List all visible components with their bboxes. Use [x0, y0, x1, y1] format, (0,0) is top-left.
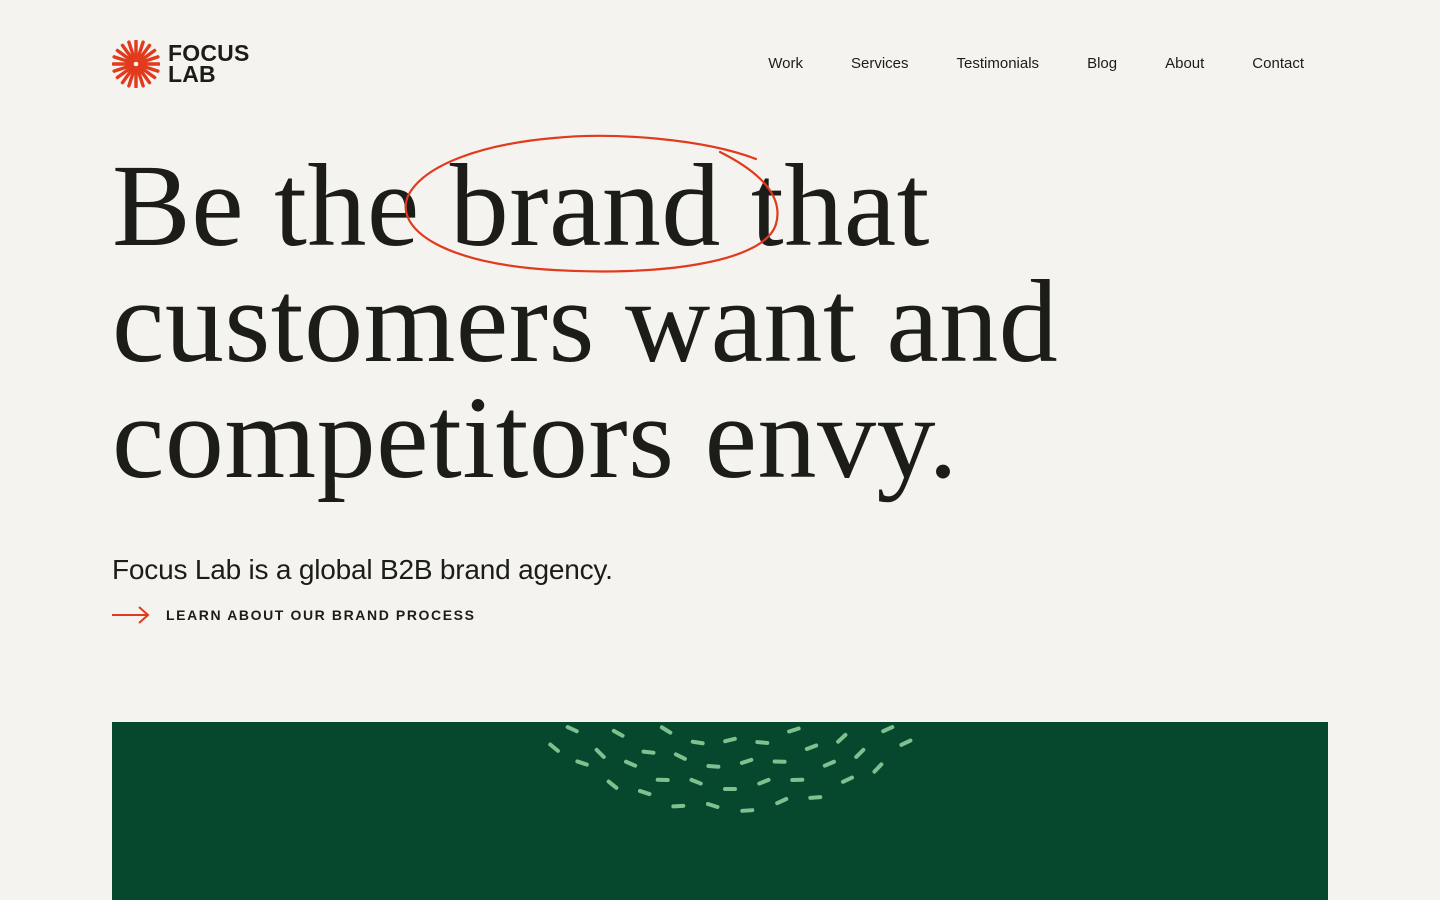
headline-highlight-word: brand — [404, 134, 779, 273]
headline-text-that: that — [720, 140, 930, 271]
dash-pattern-decoration — [548, 725, 913, 813]
brand-process-link[interactable]: LEARN ABOUT OUR BRAND PROCESS — [112, 604, 476, 626]
logo-wordmark: FOCUS LAB — [168, 42, 250, 87]
hero-subhead: Focus Lab is a global B2B brand agency. — [112, 554, 613, 585]
hero-headline: Be the brand that customers want and com… — [112, 134, 1312, 503]
nav-link-blog[interactable]: Blog — [1087, 54, 1117, 74]
hero-media-panel — [112, 722, 1328, 900]
starburst-icon — [112, 40, 160, 88]
logo-line-lab: LAB — [168, 61, 216, 87]
nav-link-services[interactable]: Services — [851, 54, 909, 74]
nav-link-about[interactable]: About — [1165, 54, 1204, 74]
logo-link[interactable]: FOCUS LAB — [112, 40, 250, 88]
main-nav: Work Services Testimonials Blog About Co… — [768, 54, 1304, 74]
nav-link-testimonials[interactable]: Testimonials — [957, 54, 1040, 74]
arrow-right-icon — [112, 606, 150, 624]
headline-text-brand: brand — [449, 140, 721, 271]
nav-link-work[interactable]: Work — [768, 54, 803, 74]
page: FOCUS LAB Work Services Testimonials Blo… — [0, 0, 1440, 900]
headline-line-3: competitors envy. — [112, 372, 959, 503]
headline-line-2: customers want and — [112, 256, 1059, 387]
cta-label: LEARN ABOUT OUR BRAND PROCESS — [166, 607, 476, 623]
headline-text-be-the: Be the — [112, 140, 450, 271]
headline-line-1: Be the brand that — [112, 134, 1312, 273]
nav-link-contact[interactable]: Contact — [1252, 54, 1304, 74]
